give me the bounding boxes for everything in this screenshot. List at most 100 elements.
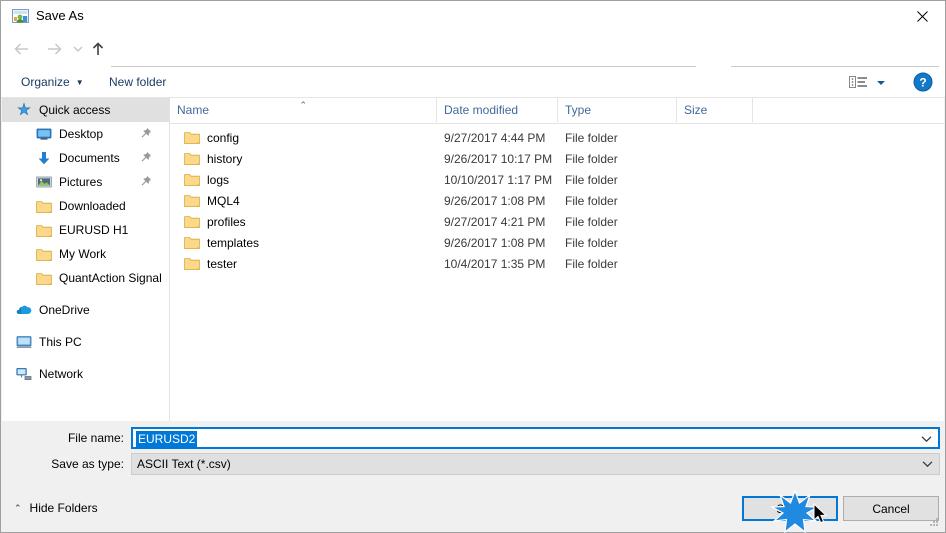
sidebar-item-my-work[interactable]: My Work: [2, 242, 169, 266]
table-row[interactable]: config 9/27/2017 4:44 PM File folder: [170, 127, 944, 148]
sidebar-item-pictures[interactable]: Pictures: [2, 170, 169, 194]
cell-date-modified: 9/26/2017 1:08 PM: [444, 235, 546, 250]
chevron-down-icon: [877, 80, 885, 85]
sidebar-item-label: QuantAction Signal: [59, 271, 162, 285]
sidebar-item-eurusd-h1[interactable]: EURUSD H1: [2, 218, 169, 242]
cell-name: profiles: [207, 214, 246, 229]
folder-icon: [36, 270, 52, 286]
window-title: Save As: [36, 8, 84, 23]
column-header-label: Date modified: [444, 103, 519, 117]
sidebar-item-network[interactable]: Network: [2, 362, 169, 386]
sidebar-group-spacer: [2, 322, 169, 330]
sidebar-item-label: Documents: [59, 151, 120, 165]
chevron-down-icon: ▼: [75, 77, 84, 87]
back-button[interactable]: [9, 36, 35, 62]
cell-name: templates: [207, 235, 260, 250]
sidebar-item-label: EURUSD H1: [59, 223, 129, 237]
file-name-value: EURUSD2: [136, 431, 198, 447]
chevron-down-icon[interactable]: [921, 458, 933, 470]
cell-name: history: [207, 151, 243, 166]
download-arrow-icon: [36, 150, 52, 166]
file-name-label: File name:: [67, 431, 124, 445]
pin-icon[interactable]: [140, 151, 152, 163]
file-name-input[interactable]: EURUSD2: [131, 427, 940, 449]
save-as-type-select[interactable]: ASCII Text (*.csv): [131, 453, 940, 475]
arrow-up-icon: [92, 42, 104, 55]
sidebar-item-desktop[interactable]: Desktop: [2, 122, 169, 146]
network-icon: [16, 366, 32, 382]
column-header-label: Type: [565, 103, 592, 117]
new-folder-button[interactable]: New folder: [103, 72, 172, 92]
pin-icon[interactable]: [140, 175, 152, 187]
save-as-type-label: Save as type:: [51, 457, 124, 471]
cloud-icon: [16, 302, 32, 318]
cell-type: File folder: [565, 151, 618, 166]
table-row[interactable]: MQL4 9/26/2017 1:08 PM File folder: [170, 190, 944, 211]
forward-button[interactable]: [41, 36, 67, 62]
arrow-left-icon: [14, 43, 28, 55]
save-as-dialog: Save As Organize ▼ New folder ? Quick ac…: [0, 0, 946, 533]
column-header-name[interactable]: Name ⌃: [170, 98, 437, 122]
cell-date-modified: 9/27/2017 4:21 PM: [444, 214, 546, 229]
column-header-label: Name: [177, 103, 210, 117]
folder-icon: [36, 246, 52, 262]
sidebar-item-label: OneDrive: [39, 303, 90, 317]
chevron-down-icon[interactable]: [920, 433, 932, 445]
folder-icon: [184, 193, 200, 208]
hide-folders-button[interactable]: ⌃ Hide Folders: [14, 498, 98, 518]
table-row[interactable]: tester 10/4/2017 1:35 PM File folder: [170, 253, 944, 274]
navigation-bar: « Roaming › MetaQuotes › Terminal › 9155…: [1, 31, 945, 91]
table-row[interactable]: history 9/26/2017 10:17 PM File folder: [170, 148, 944, 169]
sidebar-item-onedrive[interactable]: OneDrive: [2, 298, 169, 322]
save-button[interactable]: Save: [742, 496, 838, 521]
close-button[interactable]: [899, 1, 945, 31]
sidebar-item-this-pc[interactable]: This PC: [2, 330, 169, 354]
folder-icon: [184, 256, 200, 271]
arrow-right-icon: [48, 43, 62, 55]
view-options-button[interactable]: [849, 73, 889, 92]
sidebar-item-documents[interactable]: Documents: [2, 146, 169, 170]
sort-ascending-icon: ⌃: [299, 100, 308, 110]
sidebar-item-label: Downloaded: [59, 199, 126, 213]
table-row[interactable]: templates 9/26/2017 1:08 PM File folder: [170, 232, 944, 253]
organize-label: Organize: [21, 75, 70, 89]
chevron-down-icon: [73, 46, 83, 52]
cell-name: config: [207, 130, 240, 145]
svg-text:?: ?: [919, 76, 926, 90]
new-folder-label: New folder: [109, 75, 167, 89]
sidebar-item-label: Quick access: [39, 103, 111, 117]
pin-icon[interactable]: [140, 127, 152, 139]
folder-icon: [184, 151, 200, 166]
column-header-date-modified[interactable]: Date modified: [437, 98, 558, 122]
sidebar-item-label: My Work: [59, 247, 107, 261]
resize-grip-icon[interactable]: [928, 516, 940, 528]
up-button[interactable]: [85, 36, 111, 62]
table-row[interactable]: profiles 9/27/2017 4:21 PM File folder: [170, 211, 944, 232]
column-header-size[interactable]: Size: [677, 98, 753, 122]
sidebar-group-spacer: [2, 290, 169, 298]
organize-button[interactable]: Organize ▼: [15, 72, 90, 92]
hide-folders-label: Hide Folders: [29, 501, 98, 515]
table-row[interactable]: logs 10/10/2017 1:17 PM File folder: [170, 169, 944, 190]
save-as-type-value: ASCII Text (*.csv): [137, 457, 231, 471]
folder-icon: [184, 172, 200, 187]
cancel-button[interactable]: Cancel: [843, 496, 939, 521]
column-header-row: Name ⌃ Date modified Type Size: [170, 98, 944, 124]
cell-type: File folder: [565, 193, 618, 208]
cell-date-modified: 9/26/2017 1:08 PM: [444, 193, 546, 208]
cell-date-modified: 9/27/2017 4:44 PM: [444, 130, 546, 145]
sidebar-item-downloaded[interactable]: Downloaded: [2, 194, 169, 218]
cell-date-modified: 9/26/2017 10:17 PM: [444, 151, 553, 166]
cell-date-modified: 10/10/2017 1:17 PM: [444, 172, 553, 187]
picture-icon: [36, 174, 52, 190]
close-icon: [916, 10, 928, 22]
column-header-type[interactable]: Type: [558, 98, 677, 122]
help-button[interactable]: ?: [913, 72, 933, 92]
sidebar-item-quantaction-signal[interactable]: QuantAction Signal: [2, 266, 169, 290]
sidebar-item-label: Desktop: [59, 127, 104, 141]
cell-type: File folder: [565, 256, 618, 271]
cell-type: File folder: [565, 214, 618, 229]
sidebar-item-label: Pictures: [59, 175, 103, 189]
cell-type: File folder: [565, 130, 618, 145]
sidebar-item-quick-access[interactable]: Quick access: [2, 98, 169, 122]
